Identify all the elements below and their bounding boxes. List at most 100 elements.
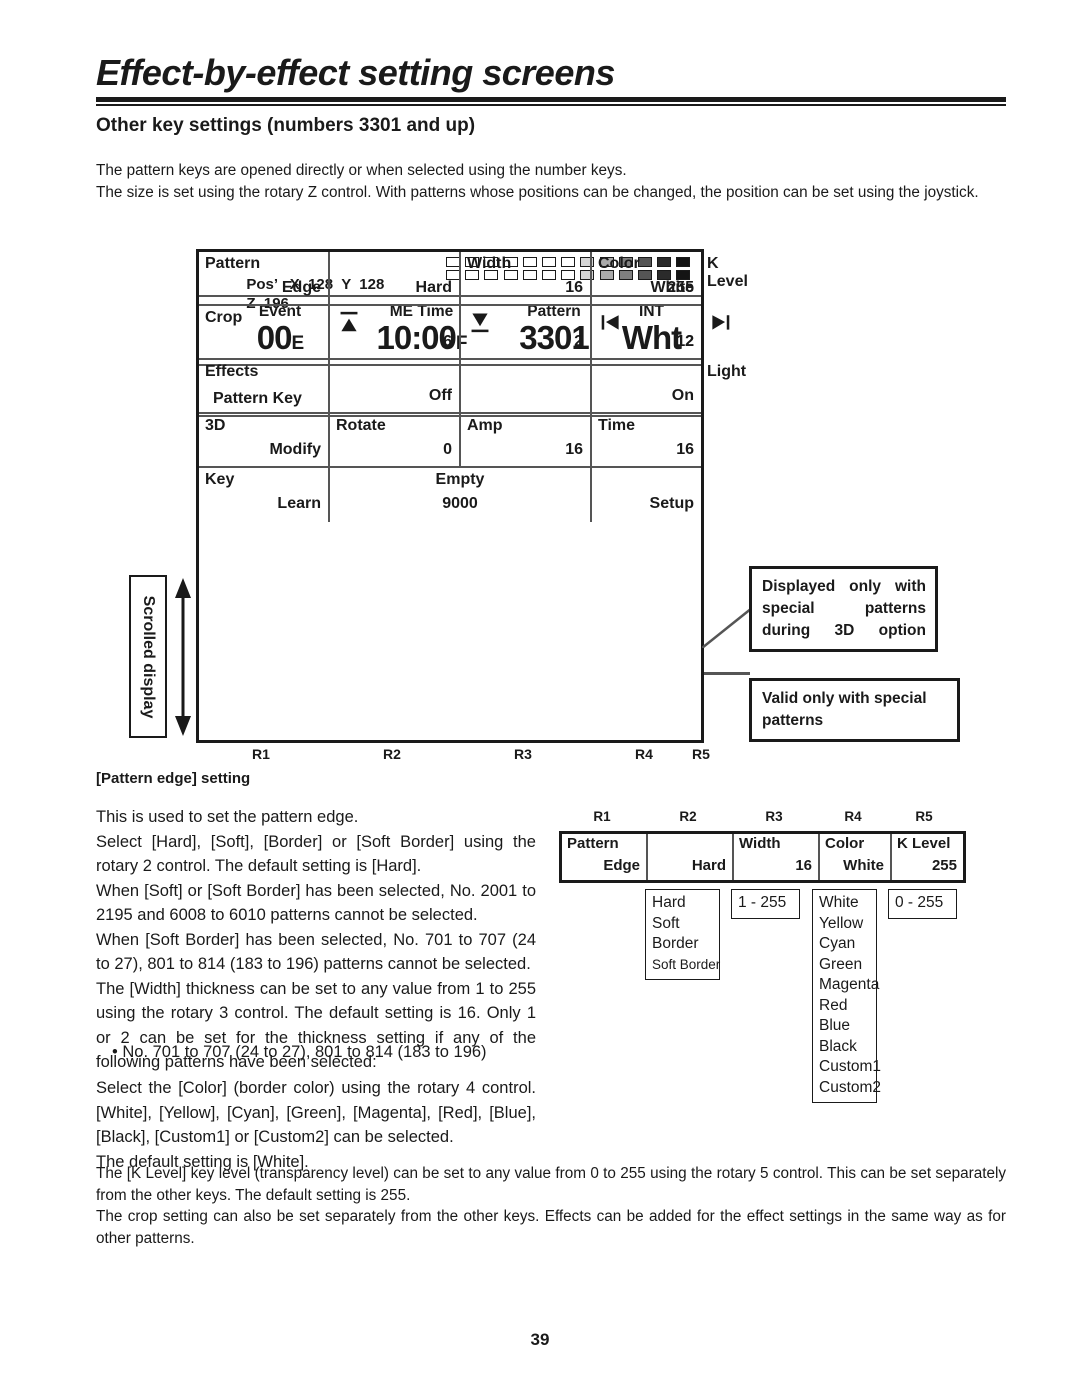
body-p2-line-1: Select the [Color] (border color) using … [96, 1079, 536, 1146]
scrolled-display-label: Scrolled display [140, 595, 157, 718]
panel-cell-3d-r3: Amp 16 [461, 414, 592, 468]
panel-row-pattern: Pattern Edge Hard Width 16 Color White K Level 2… [199, 252, 748, 306]
panel-rotary-label-r5: R5 [692, 746, 710, 762]
panel-cell-effects-r1: Effects [199, 360, 330, 414]
cell-label: Effects [205, 363, 259, 380]
klevel-range-box: 0 - 255 [888, 889, 957, 919]
callout-2-leader-line [704, 672, 750, 675]
panel-cell-3d-r1: 3D Modify [199, 414, 330, 468]
panel-cell-3d-r2: Rotate 0 [330, 414, 461, 468]
body-p1-line-4: When [Soft Border] has been selected, No… [96, 930, 536, 974]
callout-2-line-2: patterns [762, 712, 824, 729]
cell-label: Light [707, 363, 747, 380]
color-option-2: Cyan [819, 935, 856, 952]
body-p3-line-2: The crop setting can also be set separat… [96, 1208, 1006, 1247]
mini-cell-label: Color [825, 835, 865, 852]
mini-cell-value: 255 [931, 857, 957, 874]
panel-cell-crop-r2: 6 [330, 306, 461, 360]
mini-cell-value: Edge [603, 857, 640, 874]
cell-value: 16 [565, 441, 583, 458]
cell-label: Key [205, 471, 235, 488]
callout-1-line-2: special patterns [762, 600, 926, 617]
klevel-range-value: 0 - 255 [895, 894, 944, 911]
panel-row-3d: 3D Modify Rotate 0 Amp 16 Time 16 [199, 414, 701, 468]
scroll-double-arrow-icon [175, 578, 191, 736]
color-option-0: White [819, 894, 859, 911]
mini-diagram-table: Pattern Edge Hard Width 16 Color White K Level 2… [559, 831, 966, 883]
panel-cell-crop-r1: Crop [199, 306, 330, 360]
edge-option-1: Soft [652, 914, 680, 932]
pattern-edge-paragraph-2: Select the [Color] (border color) using … [96, 1076, 536, 1174]
color-option-5: Red [819, 996, 848, 1014]
panel-rotary-label-r2: R2 [383, 746, 401, 762]
mini-cell-r2: Hard [648, 834, 734, 880]
edge-option-0: Hard [652, 894, 686, 911]
page-number: 39 [530, 1330, 550, 1349]
mini-cell-value: 16 [795, 857, 812, 874]
cell-label: Pattern [205, 255, 261, 272]
mini-rotary-label-r2: R2 [679, 809, 697, 824]
color-option-1: Yellow [819, 914, 864, 932]
color-option-4: Magenta [819, 976, 880, 993]
panel-rotary-label-r3: R3 [514, 746, 532, 762]
panel-cell-key-r1: Key Learn [199, 468, 330, 522]
cell-value: Edge [281, 279, 321, 296]
cell-value: 255 [667, 279, 694, 296]
body-p1-line-3: When [Soft] or [Soft Border] has been se… [96, 881, 536, 925]
mini-rotary-label-r1: R1 [593, 809, 611, 824]
pattern-edge-paragraph-1: This is used to set the pattern edge. Se… [96, 805, 536, 1075]
cell-label: Color [598, 255, 640, 272]
document-page: Effect-by-effect setting screens Other k… [0, 0, 1080, 1399]
scrolled-display-box: Scrolled display [129, 575, 167, 738]
cell-value: Off [428, 387, 452, 404]
color-option-7: Black [819, 1037, 857, 1055]
mini-rotary-label-r3: R3 [765, 809, 783, 824]
mini-rotary-label-r5: R5 [915, 809, 933, 824]
edge-option-3: Soft Border [652, 956, 721, 972]
crop-left-icon [600, 311, 622, 338]
cell-value: 2 [574, 333, 583, 350]
cell-value: 12 [676, 333, 694, 350]
color-option-8: Custom1 [819, 1058, 882, 1075]
cell-value: 16 [565, 279, 583, 296]
mini-cell-value: Hard [691, 857, 726, 874]
mini-cell-r4: Color White [820, 834, 892, 880]
callout-special-patterns: Valid only with special patterns [749, 678, 960, 742]
panel-cell-crop-r3: 2 [461, 306, 592, 360]
cell-value: Setup [649, 495, 694, 512]
crop-bottom-icon [469, 311, 491, 338]
panel-rotary-label-r1: R1 [252, 746, 270, 762]
cell-label: 3D [205, 417, 226, 434]
width-range-box: 1 - 255 [731, 889, 800, 919]
cell-label: Empty [435, 471, 485, 488]
panel-rotary-label-r4: R4 [635, 746, 653, 762]
pattern-list-bullet: • No. 701 to 707 (24 to 27), 801 to 814 … [112, 1043, 487, 1061]
panel-rotary-labels: R1 R2 R3 R4 R5 [196, 746, 710, 766]
callout-1-line-3: during 3D option [762, 622, 926, 639]
body-p1-line-1: This is used to set the pattern edge. [96, 808, 359, 826]
cell-label: Crop [205, 309, 243, 326]
color-option-6: Blue [819, 1017, 851, 1034]
crop-top-icon [338, 311, 360, 338]
mini-cell-value: White [843, 857, 884, 874]
color-option-9: Custom2 [819, 1078, 882, 1096]
cell-label: Width [467, 255, 512, 272]
chapter-title: Effect-by-effect setting screens [96, 52, 615, 93]
intro-text: The pattern keys are opened directly or … [96, 160, 1006, 203]
edge-option-2: Border [652, 935, 699, 952]
cell-value: 16 [676, 441, 694, 458]
panel-row-effects: Effects Off Light On [199, 360, 746, 414]
cell-value: 0 [443, 441, 452, 458]
callout-2-line-1: Valid only with special [762, 690, 927, 707]
mini-cell-r3: Width 16 [734, 834, 820, 880]
cell-value: Modify [269, 441, 321, 458]
panel-cell-pattern-r1: Pattern Edge [199, 252, 330, 306]
section-title: Other key settings (numbers 3301 and up) [96, 115, 476, 136]
cell-value: Hard [415, 279, 452, 296]
width-range-value: 1 - 255 [738, 894, 787, 911]
cell-label: Time [598, 417, 636, 434]
header-rule-thin [96, 104, 1006, 106]
panel-cell-effects-r2: Off [330, 360, 461, 414]
edge-options-box: Hard Soft Border Soft Border [645, 889, 720, 980]
mini-cell-r1: Pattern Edge [562, 834, 648, 880]
